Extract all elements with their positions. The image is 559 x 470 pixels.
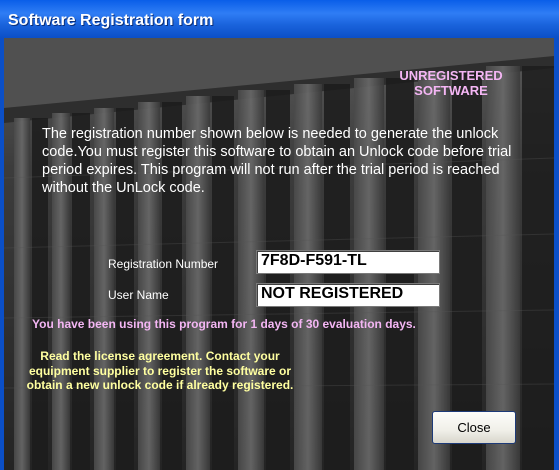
user-name-field[interactable]: NOT REGISTERED (256, 283, 440, 307)
unregistered-heading: UNREGISTERED SOFTWARE (399, 68, 503, 98)
registration-window: Software Registration form UNREGISTERED … (0, 0, 559, 470)
license-notice: Read the license agreement. Contact your… (26, 349, 294, 392)
window-frame-right (554, 38, 559, 470)
form-client-area: UNREGISTERED SOFTWARE The registration n… (4, 38, 554, 470)
registration-number-field[interactable]: 7F8D-F591-TL (256, 250, 440, 274)
title-bar[interactable]: Software Registration form (0, 0, 559, 38)
window-title: Software Registration form (8, 12, 214, 29)
user-name-label: User Name (108, 288, 169, 302)
evaluation-usage-text: You have been using this program for 1 d… (32, 317, 416, 331)
registration-notice: The registration number shown below is n… (42, 126, 512, 196)
close-button[interactable]: Close (432, 411, 516, 444)
registration-number-label: Registration Number (108, 257, 219, 271)
